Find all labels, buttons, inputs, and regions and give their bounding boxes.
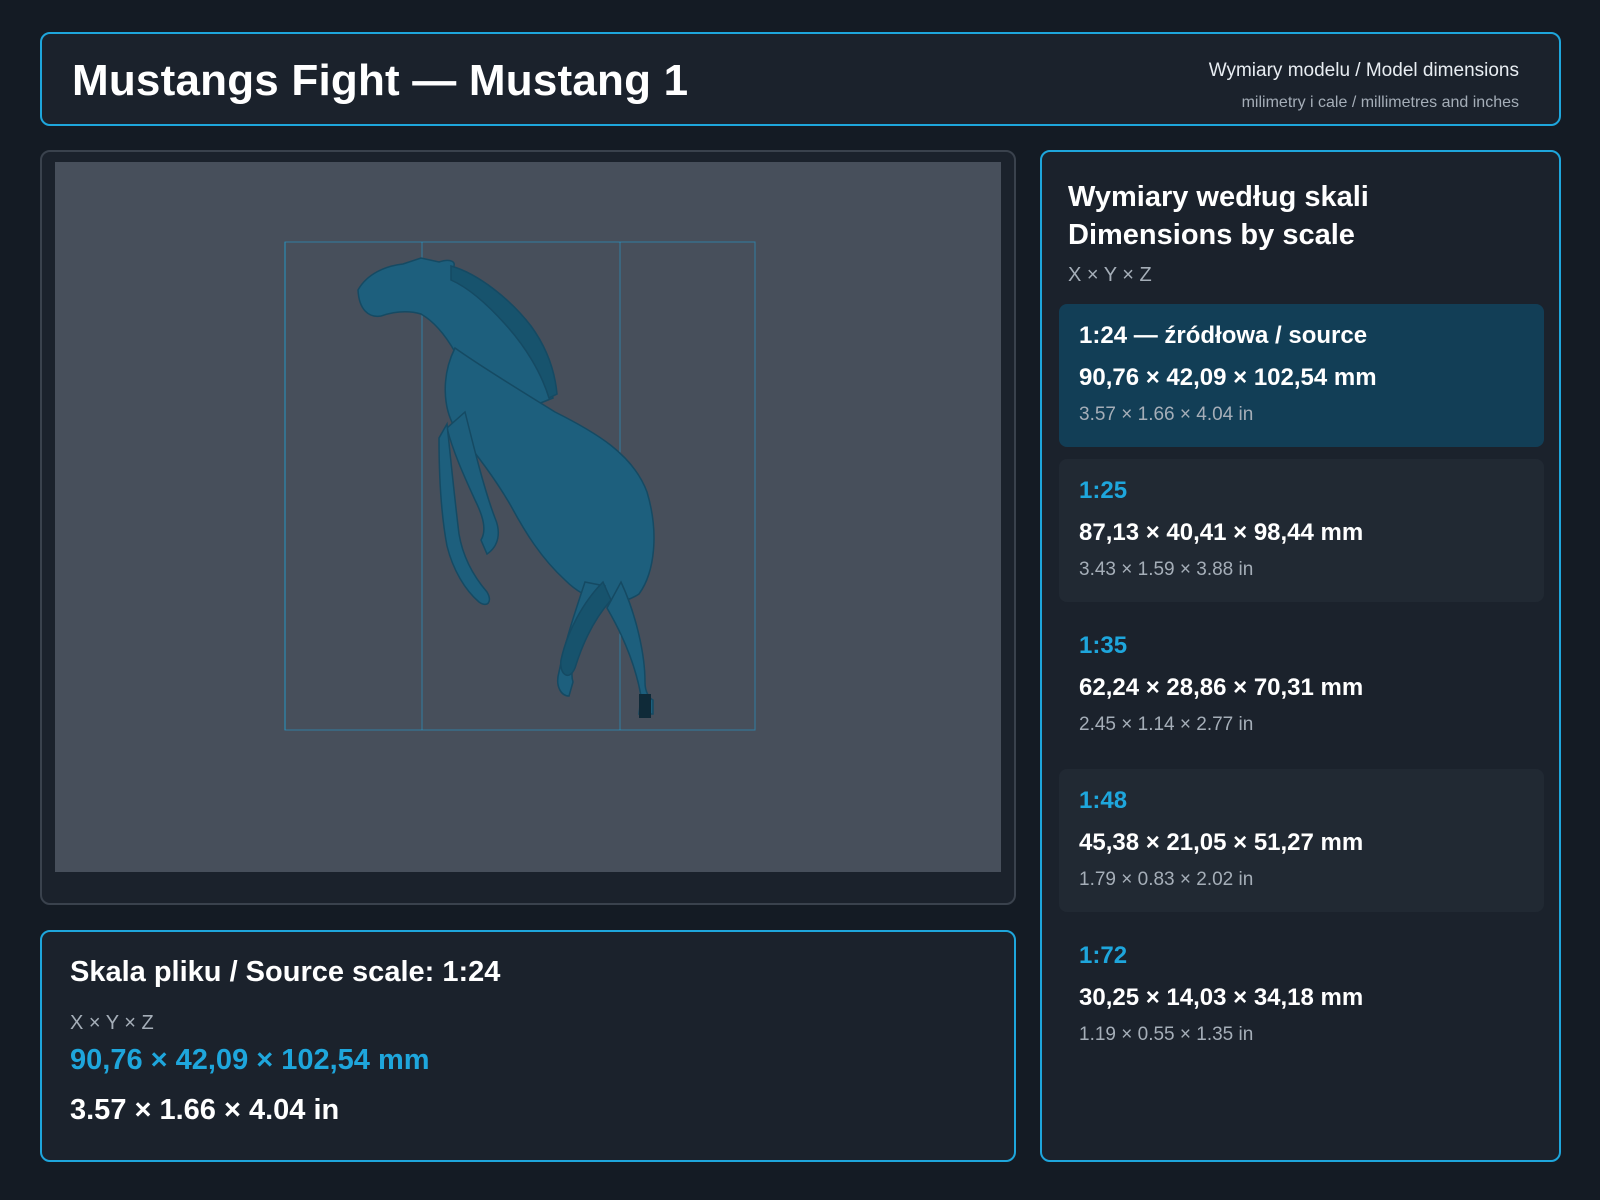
scale-dimensions-inches: 3.57 × 1.66 × 4.04 in [1079,404,1254,425]
source-axes-label: X × Y × Z [70,1012,154,1034]
scales-panel: Wymiary według skali Dimensions by scale… [1040,150,1561,1162]
scale-dimensions-inches: 1.79 × 0.83 × 2.02 in [1079,869,1254,890]
header-units-note: milimetry i cale / millimetres and inche… [1241,94,1519,111]
model-viewer-panel [40,150,1016,905]
scale-dimensions-inches: 3.43 × 1.59 × 3.88 in [1079,559,1254,580]
model-viewport[interactable] [55,162,1001,872]
scale-dimensions-inches: 1.19 × 0.55 × 1.35 in [1079,1024,1254,1045]
scale-dimensions-inches: 2.45 × 1.14 × 2.77 in [1079,714,1254,735]
scales-title-line1: Wymiary według skali [1068,181,1369,213]
scale-card-1-24[interactable]: 1:24 — źródłowa / source 90,76 × 42,09 ×… [1059,304,1544,447]
horse-icon [357,257,655,718]
source-dimensions-inches: 3.57 × 1.66 × 4.04 in [70,1094,340,1126]
scale-dimensions-mm: 62,24 × 28,86 × 70,31 mm [1079,674,1364,701]
scale-dimensions-mm: 45,38 × 21,05 × 51,27 mm [1079,829,1364,856]
header-subtitle: Wymiary modelu / Model dimensions [1208,60,1519,81]
scale-dimensions-mm: 90,76 × 42,09 × 102,54 mm [1079,364,1377,391]
header-panel: Mustangs Fight — Mustang 1 Wymiary model… [40,32,1561,126]
page-title: Mustangs Fight — Mustang 1 [72,56,689,105]
scale-label: 1:48 [1079,787,1128,814]
scales-title-line2: Dimensions by scale [1068,219,1355,251]
model-render [284,241,756,731]
scale-dimensions-mm: 30,25 × 14,03 × 34,18 mm [1079,984,1364,1011]
scale-dimensions-mm: 87,13 × 40,41 × 98,44 mm [1079,519,1364,546]
scales-panel-title: Wymiary według skali Dimensions by scale [1068,178,1369,254]
scale-label: 1:35 [1079,632,1128,659]
scale-card-1-72[interactable]: 1:72 30,25 × 14,03 × 34,18 mm 1.19 × 0.5… [1059,924,1544,1067]
source-dimensions-mm: 90,76 × 42,09 × 102,54 mm [70,1044,430,1076]
scale-label: 1:25 [1079,477,1128,504]
scales-axes-label: X × Y × Z [1068,264,1152,286]
scale-card-1-35[interactable]: 1:35 62,24 × 28,86 × 70,31 mm 2.45 × 1.1… [1059,614,1544,757]
scale-card-1-48[interactable]: 1:48 45,38 × 21,05 × 51,27 mm 1.79 × 0.8… [1059,769,1544,912]
scale-label: 1:72 [1079,942,1128,969]
source-scale-title: Skala pliku / Source scale: 1:24 [70,956,501,988]
scale-label: 1:24 — źródłowa / source [1079,322,1368,349]
source-scale-panel: Skala pliku / Source scale: 1:24 X × Y ×… [40,930,1016,1162]
scale-card-1-25[interactable]: 1:25 87,13 × 40,41 × 98,44 mm 3.43 × 1.5… [1059,459,1544,602]
